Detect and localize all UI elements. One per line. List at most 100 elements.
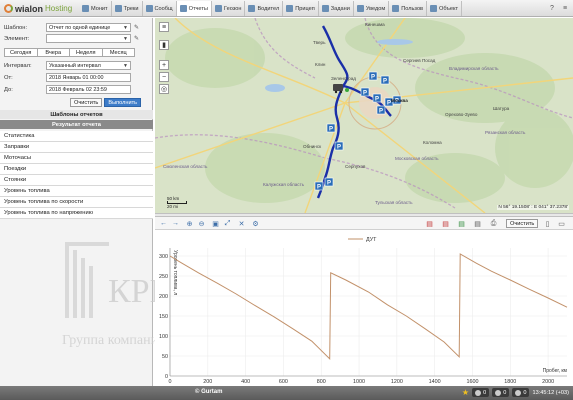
clear-button[interactable]: Очистить: [70, 98, 103, 107]
y-tick-label: 100: [159, 334, 168, 340]
interval-select[interactable]: Указанный интервал ▼: [46, 61, 131, 70]
interval-label: Интервал:: [4, 62, 32, 69]
map-ruler-icon[interactable]: ▮: [159, 40, 169, 50]
nav-tab-icon: [82, 5, 89, 12]
report-templates-header[interactable]: Шаблоны отчетов: [0, 110, 153, 119]
arrow-right-icon[interactable]: →: [171, 219, 180, 228]
fuel-chart-svg[interactable]: 0 200 400 600 800 1000 1200 1400 1600 1800 2000 0 50…: [155, 230, 573, 386]
nav-tab-icon: [392, 5, 400, 12]
settings-icon[interactable]: ⚙: [251, 219, 260, 228]
report-item[interactable]: Моточасы: [0, 153, 153, 164]
export-xls-icon[interactable]: ▤: [457, 219, 466, 228]
nav-tab[interactable]: Пользов: [389, 1, 428, 16]
period-yesterday[interactable]: Вчера: [36, 48, 70, 57]
wrench-icon[interactable]: ✎: [134, 35, 139, 42]
report-result-header[interactable]: Результат отчета: [0, 120, 153, 129]
from-row: От: 2018 Январь 01 00:00: [4, 73, 131, 82]
export-csv-icon[interactable]: ▤: [473, 219, 482, 228]
report-item[interactable]: Уровень топлива по напряжению: [0, 208, 153, 219]
map-label: Обнинск: [303, 144, 322, 149]
wrench-icon[interactable]: ✎: [134, 24, 139, 31]
report-item[interactable]: Поездки: [0, 164, 153, 175]
period-today[interactable]: Сегодня: [4, 48, 38, 57]
action-buttons: Очистить Выполнить: [70, 98, 142, 107]
nav-tab-label: Уведом: [365, 5, 386, 12]
x-tick-label: 1800: [504, 379, 516, 385]
execute-button[interactable]: Выполнить: [104, 98, 142, 107]
badge-a-count: 0: [483, 389, 487, 396]
nav-tab-label: Треки: [123, 5, 139, 12]
nav-tab[interactable]: Уведом: [354, 1, 390, 16]
map-label: Калужская область: [263, 182, 305, 187]
chart-clear-button[interactable]: Очистить: [506, 219, 539, 228]
period-week[interactable]: Неделя: [69, 48, 103, 57]
map-canvas[interactable]: P P P P P P P P P P P Тверь Клин Сергиев…: [155, 18, 573, 213]
report-item[interactable]: Уровень топлива по скорости: [0, 197, 153, 208]
status-right: ★ 0 0 0 13:45:12 (+03): [462, 388, 569, 397]
locate-icon[interactable]: ◎: [159, 84, 169, 94]
nav-tab[interactable]: Прицеп: [283, 1, 319, 16]
badge-b[interactable]: 0: [492, 388, 510, 397]
badge-a[interactable]: 0: [472, 388, 490, 397]
cross-icon[interactable]: ✕: [237, 219, 246, 228]
from-date-input[interactable]: 2018 Январь 01 00:00: [46, 73, 131, 82]
layout-split-icon[interactable]: ▭: [557, 219, 566, 228]
chevron-down-icon: ▼: [123, 62, 128, 69]
circle-icon: [515, 389, 522, 396]
zoom-in-icon[interactable]: ⊕: [185, 219, 194, 228]
select-icon[interactable]: ▣: [211, 219, 220, 228]
nav-tab[interactable]: Отчеты: [176, 1, 212, 16]
x-tick-label: 200: [203, 379, 212, 385]
badge-c-count: 0: [523, 389, 527, 396]
report-item[interactable]: Уровень топлива: [0, 186, 153, 197]
map-view[interactable]: P P P P P P P P P P P Тверь Клин Сергиев…: [155, 18, 573, 213]
report-item[interactable]: Статистика: [0, 131, 153, 142]
menu-icon[interactable]: ≡: [560, 3, 570, 13]
arrow-left-icon[interactable]: ←: [159, 219, 168, 228]
template-select[interactable]: Отчет по одной единице ▼: [46, 23, 131, 32]
print-icon[interactable]: ⎙: [489, 219, 498, 228]
nav-tab-label: Монит: [91, 5, 108, 12]
interval-row: Интервал: Указанный интервал ▼: [4, 61, 131, 70]
export-pdf-icon[interactable]: ▤: [425, 219, 434, 228]
nav-tab[interactable]: Объект: [427, 1, 463, 16]
logo-brand-suffix: Hosting: [45, 4, 73, 13]
map-label: Смоленская область: [163, 164, 208, 169]
element-select[interactable]: ▼: [46, 34, 131, 43]
nav-tab[interactable]: Монит: [79, 1, 112, 16]
app-logo[interactable]: wialon Hosting: [4, 3, 72, 14]
nav-tab[interactable]: Водител: [245, 1, 284, 16]
zoom-out-icon[interactable]: ⊖: [197, 219, 206, 228]
nav-tab-icon: [214, 5, 222, 12]
fit-icon[interactable]: ⤢: [223, 219, 232, 228]
layout-icon[interactable]: ▯: [543, 219, 552, 228]
nav-tab[interactable]: Сообщ: [143, 1, 177, 16]
badge-c[interactable]: 0: [512, 388, 530, 397]
export-doc-icon[interactable]: ▤: [441, 219, 450, 228]
nav-tab-icon: [321, 5, 329, 12]
star-icon[interactable]: ★: [462, 388, 469, 397]
map-layers-icon[interactable]: ≡: [159, 22, 169, 32]
nav-tab[interactable]: Задани: [319, 1, 354, 16]
nav-tab[interactable]: Треки: [112, 1, 143, 16]
report-item[interactable]: Стоянки: [0, 175, 153, 186]
chevron-down-icon: ▼: [123, 35, 128, 42]
to-row: До: 2018 Февраль 02 23:59: [4, 85, 131, 94]
legend-label: ДУТ: [366, 237, 377, 243]
y-axis-label: Уровень топлива, л: [172, 250, 178, 295]
help-icon[interactable]: ?: [547, 3, 557, 13]
y-tick-label: 150: [159, 314, 168, 320]
to-label: До:: [4, 86, 13, 93]
to-date-input[interactable]: 2018 Февраль 02 23:59: [46, 85, 131, 94]
zoom-out-icon[interactable]: −: [159, 72, 169, 82]
report-item[interactable]: Заправки: [0, 142, 153, 153]
fuel-chart[interactable]: 0 200 400 600 800 1000 1200 1400 1600 1800 2000 0 50…: [155, 230, 573, 386]
nav-tabs: Монит Треки Сообщ Отчеты Геозон Водител Прицеп…: [79, 1, 463, 16]
x-tick-label: 1000: [353, 379, 365, 385]
svg-text:P: P: [379, 109, 383, 115]
period-month[interactable]: Месяц: [101, 48, 135, 57]
nav-tab-icon: [179, 5, 187, 12]
svg-text:P: P: [327, 181, 331, 187]
nav-tab[interactable]: Геозон: [212, 1, 246, 16]
zoom-in-icon[interactable]: +: [159, 60, 169, 70]
